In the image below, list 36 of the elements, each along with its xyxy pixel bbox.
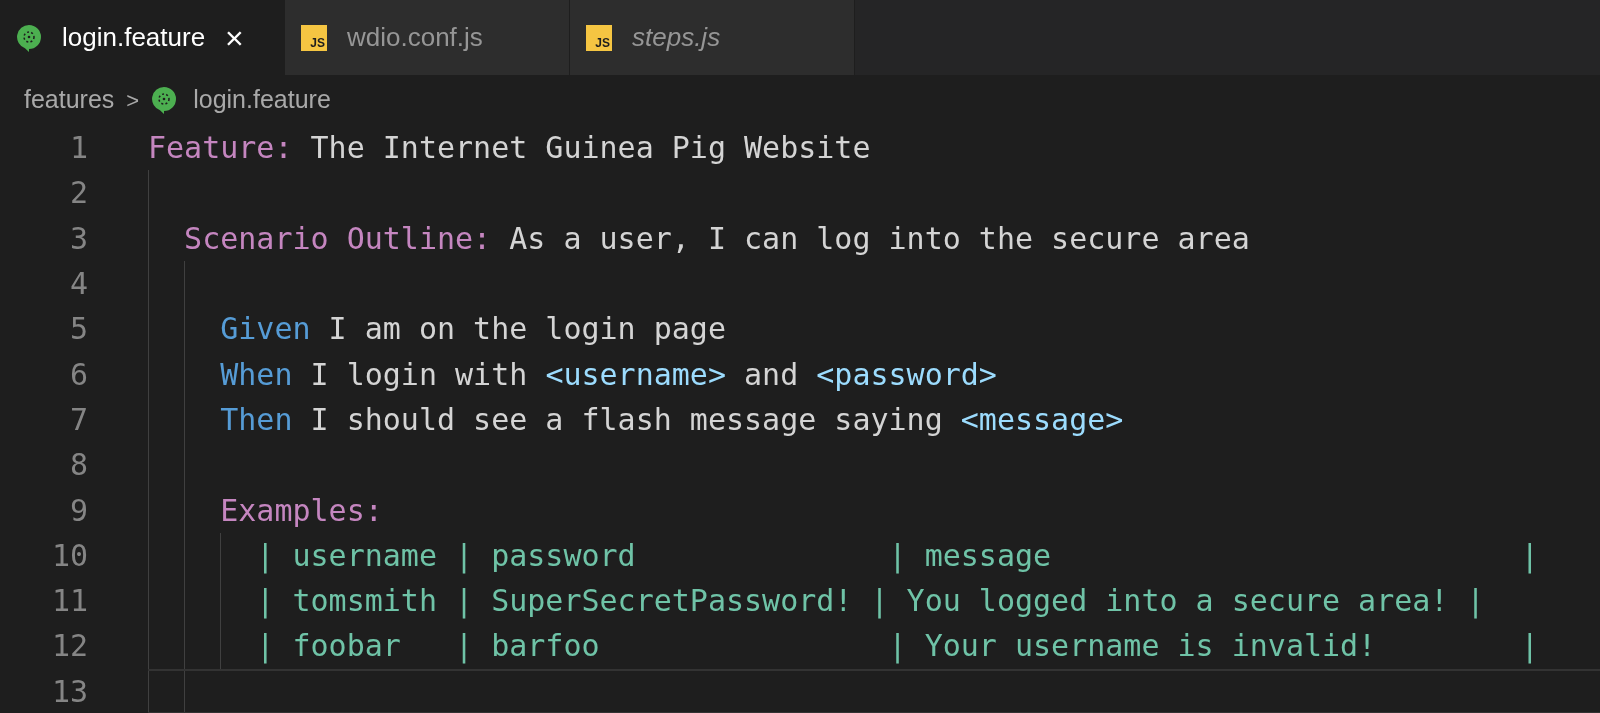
close-icon[interactable]: × — [225, 21, 244, 54]
line-number: 13 — [50, 672, 88, 711]
chevron-icon: > — [126, 83, 140, 117]
code-line: | foobar | barfoo | Your username is invalid! | — [255, 627, 1539, 666]
code-line: Given I am on the login page — [219, 310, 726, 349]
code-line: Examples: — [219, 491, 383, 530]
code-line: When I login with <username> and <password> — [219, 355, 997, 394]
editor-tab[interactable]: JS wdio.conf.js — [285, 0, 570, 75]
cucumber-icon — [151, 86, 178, 114]
line-number: 9 — [68, 491, 88, 530]
code-line: Then I should see a flash message saying <message> — [219, 400, 1124, 439]
line-number: 12 — [50, 627, 88, 666]
line-number: 3 — [68, 219, 88, 258]
code-line: | tomsmith | SuperSecretPassword! | You logged into a secure area! | — [255, 582, 1485, 621]
code-line: Feature: The Internet Guinea Pig Website — [148, 129, 871, 168]
tab-label: wdio.conf.js — [347, 21, 483, 54]
line-number: 5 — [68, 310, 88, 349]
line-number: 10 — [50, 536, 88, 575]
line-number: 8 — [68, 446, 88, 485]
line-number: 11 — [50, 582, 88, 621]
cucumber-icon — [16, 23, 42, 52]
line-number: 7 — [68, 400, 88, 439]
editor-tab[interactable]: login.feature × — [0, 0, 285, 75]
line-number: 2 — [68, 174, 88, 213]
code-line: Scenario Outline: As a user, I can log into the secure area — [183, 219, 1250, 258]
breadcrumb-file[interactable]: login.feature — [193, 81, 331, 119]
tab-label: login.feature — [62, 21, 206, 54]
js-file-icon: JS — [586, 24, 612, 51]
line-number: 1 — [68, 129, 88, 168]
code-line: | username | password | message | — [255, 536, 1539, 576]
line-number: 4 — [68, 265, 88, 304]
editor-tab[interactable]: JS steps.js — [570, 0, 855, 75]
tab-label: steps.js — [632, 21, 721, 54]
breadcrumb-folder[interactable]: features — [24, 81, 115, 119]
js-file-icon: JS — [301, 24, 327, 51]
line-number: 6 — [68, 355, 88, 394]
